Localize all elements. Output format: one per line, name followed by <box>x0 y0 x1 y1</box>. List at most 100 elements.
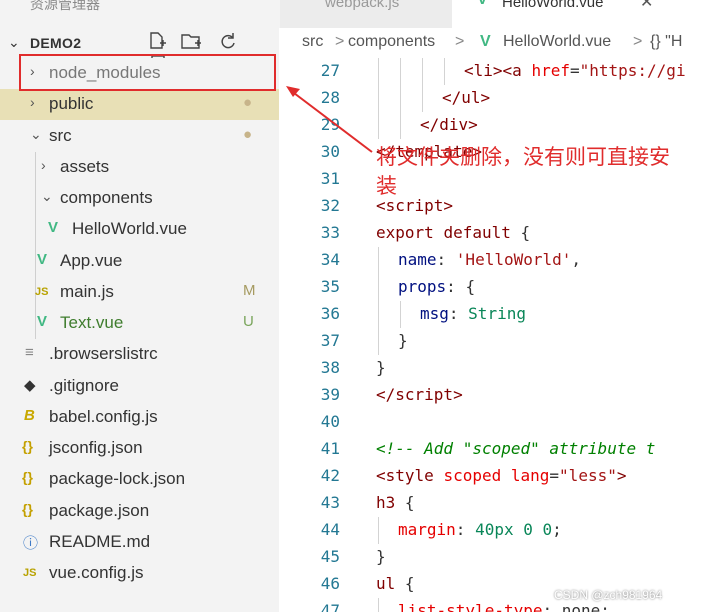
line-number: 33 <box>320 223 340 242</box>
breadcrumb: src > components > V HelloWorld.vue > {}… <box>280 28 701 58</box>
chevron-right-icon: › <box>30 94 35 110</box>
indent-guide <box>378 517 379 544</box>
code-text: list-style-type: none; <box>398 601 610 612</box>
code-line: 44 margin: 40px 0 0; <box>280 517 701 544</box>
indent-guide <box>378 301 379 328</box>
code-line: 27 <li><a href="https://gi <box>280 58 701 85</box>
new-folder-icon[interactable] <box>181 32 203 52</box>
code-line: 40 <box>280 409 701 436</box>
git-status-badge: M <box>243 282 256 299</box>
indent-guide <box>400 58 401 85</box>
tree-item-label: Text.vue <box>60 313 124 332</box>
code-line: 41 <!-- Add "scoped" attribute t <box>280 436 701 463</box>
breadcrumb-symbol[interactable]: {} "H <box>650 33 682 51</box>
chevron-down-icon: ⌄ <box>30 126 42 142</box>
tab-webpack-label: webpack.js <box>325 0 400 11</box>
tab-helloworld[interactable]: V HelloWorld.vue ✕ <box>452 0 701 28</box>
code-editor[interactable]: 27 <li><a href="https://gi 28 </ul> 29 </div>… <box>280 58 701 612</box>
code-line: 36 msg: String <box>280 301 701 328</box>
code-line: 34 name: 'HelloWorld', <box>280 247 701 274</box>
breadcrumb-components[interactable]: components <box>348 33 435 51</box>
annotation-text: 将文件夹删除，没有则可直接安装 <box>376 146 670 198</box>
tree-item-readme[interactable]: ⓘ README.md <box>0 527 279 558</box>
modified-dot: ● <box>243 126 253 143</box>
code-text: <style scoped lang="less"> <box>376 466 627 485</box>
line-number: 37 <box>320 331 340 350</box>
code-line: 37} <box>280 328 701 355</box>
indent-guide <box>378 598 379 612</box>
new-file-icon[interactable] <box>146 32 168 52</box>
tree-item-label: components <box>60 188 153 207</box>
code-text: margin: 40px 0 0; <box>398 520 562 539</box>
code-line: 29 </div> <box>280 112 701 139</box>
tree-item-babel-config[interactable]: B babel.config.js <box>0 402 279 433</box>
explorer-title-tab: 资源管理器 <box>0 0 279 28</box>
line-number: 30 <box>320 142 340 161</box>
tree-item-src[interactable]: ⌄ src ● <box>0 121 279 152</box>
tree-item-assets[interactable]: › assets <box>0 152 279 183</box>
tree-item-text-vue[interactable]: V Text.vue U <box>0 308 279 339</box>
tree-item-label: src <box>49 126 72 145</box>
refresh-icon[interactable] <box>217 32 239 52</box>
vue-icon: V <box>480 33 491 50</box>
vue-icon: V <box>37 313 48 330</box>
javascript-icon: JS <box>23 567 37 579</box>
tree-item-package-json[interactable]: {} package.json <box>0 496 279 527</box>
close-icon[interactable]: ✕ <box>640 0 653 12</box>
tree-item-label: .browserslistrc <box>49 344 158 363</box>
highlight-box <box>19 54 276 91</box>
tab-bar: 资源管理器 webpack.js V HelloWorld.vue ✕ <box>0 0 701 28</box>
code-text: <!-- Add "scoped" attribute t <box>376 439 656 458</box>
line-number: 46 <box>320 574 340 593</box>
line-number: 34 <box>320 250 340 269</box>
line-number: 45 <box>320 547 340 566</box>
tree-item-jsconfig[interactable]: {} jsconfig.json <box>0 433 279 464</box>
code-text: </ul> <box>442 88 491 107</box>
breadcrumb-separator: > <box>335 33 345 50</box>
tree-item-browserslistrc[interactable]: ≡ .browserslistrc <box>0 339 279 370</box>
line-number: 43 <box>320 493 340 512</box>
tree-item-gitignore[interactable]: ◆ .gitignore <box>0 371 279 402</box>
code-text: ul { <box>376 574 415 593</box>
line-number: 28 <box>320 88 340 107</box>
json-icon: {} <box>22 469 33 485</box>
code-text: </script> <box>376 385 463 404</box>
tree-item-helloworld[interactable]: V HelloWorld.vue <box>0 214 279 245</box>
babel-icon: B <box>24 407 35 424</box>
vue-icon: V <box>37 251 48 268</box>
json-icon: {} <box>22 501 33 517</box>
code-line: 39 </script> <box>280 382 701 409</box>
code-line: 43 h3 { <box>280 490 701 517</box>
line-number: 47 <box>320 601 340 612</box>
indent-guide <box>378 274 379 301</box>
workspace-root[interactable]: DEMO2 <box>30 35 81 51</box>
breadcrumb-file[interactable]: HelloWorld.vue <box>503 33 611 51</box>
indent-guide <box>378 328 379 355</box>
tree-item-components[interactable]: ⌄ components <box>0 183 279 214</box>
tree-item-public[interactable]: › public ● <box>0 89 279 120</box>
tree-item-label: main.js <box>60 282 114 301</box>
tab-webpack[interactable]: webpack.js <box>280 0 452 28</box>
tree-item-label: .gitignore <box>49 376 119 395</box>
line-number: 32 <box>320 196 340 215</box>
code-line: 42 <style scoped lang="less"> <box>280 463 701 490</box>
code-text: } <box>376 547 386 566</box>
indent-guide <box>378 58 379 85</box>
breadcrumb-separator: > <box>633 33 643 50</box>
tree-item-package-lock[interactable]: {} package-lock.json <box>0 464 279 495</box>
line-number: 36 <box>320 304 340 323</box>
chevron-down-icon[interactable]: ⌄ <box>8 34 20 51</box>
explorer-title: 资源管理器 <box>30 0 100 12</box>
indent-guide <box>422 58 423 85</box>
line-number: 38 <box>320 358 340 377</box>
indent-guide <box>378 112 379 139</box>
tree-item-vue-config[interactable]: JS vue.config.js <box>0 558 279 589</box>
breadcrumb-src[interactable]: src <box>302 33 323 51</box>
tree-item-app-vue[interactable]: V App.vue <box>0 246 279 277</box>
tree-item-label: HelloWorld.vue <box>72 219 187 238</box>
line-number: 39 <box>320 385 340 404</box>
code-text: msg: String <box>420 304 526 323</box>
tree-item-main-js[interactable]: JS main.js M <box>0 277 279 308</box>
tree-item-label: App.vue <box>60 251 123 270</box>
line-number: 35 <box>320 277 340 296</box>
